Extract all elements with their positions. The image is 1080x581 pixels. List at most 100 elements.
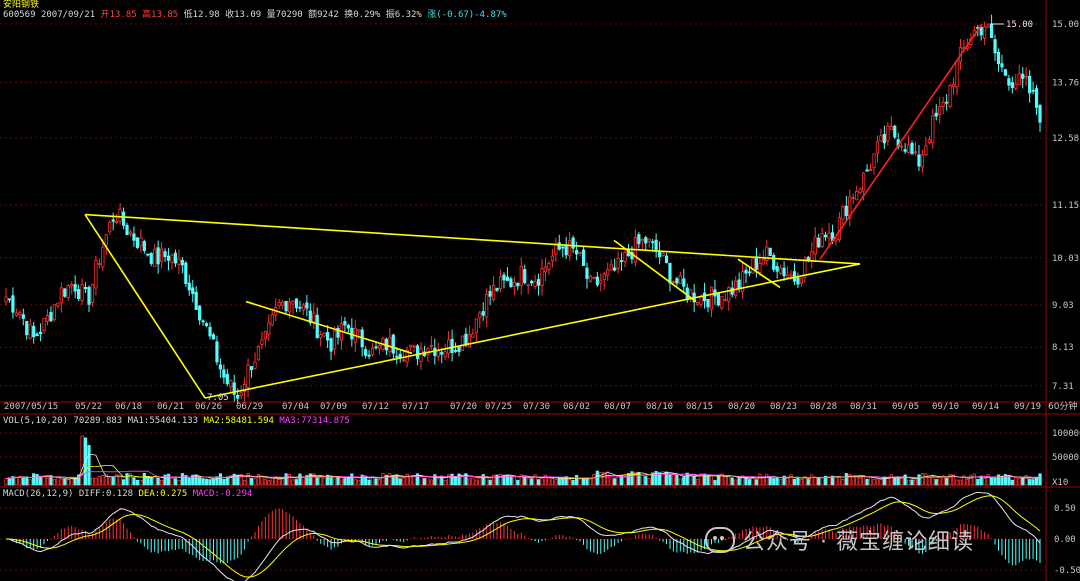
volume-bar [170, 477, 174, 486]
date-tick-label: 08/02 [563, 402, 590, 412]
volume-bar [668, 474, 672, 486]
candle-body [900, 145, 904, 148]
candle-body [467, 334, 471, 348]
volume-bar [689, 474, 693, 486]
candle-body [872, 153, 876, 168]
volume-bar [972, 473, 976, 486]
candle-body [329, 338, 333, 352]
volume-bar [336, 476, 340, 486]
volume-bar [640, 474, 644, 486]
date-tick-label: 09/19 [1014, 402, 1041, 412]
volume-tick-label: 50000 [1052, 453, 1079, 463]
candle-body [893, 125, 897, 138]
volume-bar [696, 478, 700, 486]
price-tick-label: 11.15 [1052, 201, 1079, 211]
amplitude-value: 振6.32% [385, 10, 422, 20]
volume-bar [675, 474, 679, 486]
volume-value: 量70290 [266, 10, 303, 20]
candle-body [865, 169, 869, 172]
volume-bar [42, 475, 46, 486]
volume-bar [322, 477, 326, 486]
candle-body [761, 259, 765, 265]
volume-bar [730, 477, 734, 486]
volume-bar [211, 478, 216, 486]
candle-body [388, 337, 392, 352]
candle-body [156, 247, 160, 265]
volume-bar [253, 478, 257, 486]
volume-bar [180, 473, 184, 486]
candle-body [751, 258, 755, 274]
volume-bar [585, 477, 589, 486]
candle-body [1003, 69, 1008, 76]
volume-bar [568, 479, 572, 486]
date-tick-label: 08/23 [770, 402, 797, 412]
stock-name: 安阳钢铁 [3, 0, 40, 10]
candle-body [789, 274, 793, 277]
candle-body [1017, 73, 1021, 85]
volume-bar [339, 477, 344, 486]
candle-body [989, 23, 994, 38]
trendline-rise [819, 23, 983, 260]
volume-bar [132, 477, 136, 486]
volume-bar [388, 473, 392, 486]
low-value: 低12.98 [183, 10, 220, 20]
date-tick-label: 07/17 [402, 402, 429, 412]
candle-body [409, 344, 413, 348]
candle-body [533, 281, 537, 287]
volume-bar [80, 435, 84, 486]
candle-body [834, 238, 838, 242]
volume-bar [260, 476, 264, 486]
price-tick-label: 7.31 [1052, 382, 1074, 392]
candle-body [63, 288, 67, 297]
candle-body [11, 295, 15, 313]
candle-body [993, 39, 997, 54]
ohlc-info-line: 600569 2007/09/21 开13.85 高13.85 低12.98 收… [3, 10, 507, 21]
volume-bar [453, 476, 458, 486]
candle-body [595, 276, 599, 286]
candle-body [664, 255, 669, 264]
candle-body [277, 302, 281, 307]
candle-body [820, 232, 824, 248]
candle-body [21, 314, 25, 319]
volume-bar [509, 475, 513, 486]
volume-bar [744, 477, 748, 486]
date-tick-label: 07/04 [282, 402, 309, 412]
volume-bar [747, 479, 752, 486]
candle-body [855, 191, 859, 201]
volume-bar [578, 478, 582, 486]
candle-body [737, 279, 741, 289]
candle-body [66, 285, 70, 298]
volume-bar [910, 479, 914, 486]
volume-bar [32, 473, 36, 486]
price-tick-label: 12.58 [1052, 134, 1079, 144]
volume-bar [806, 479, 810, 486]
candle-body [1007, 78, 1011, 86]
volume-bar [409, 476, 413, 486]
candle-body [934, 112, 938, 117]
candle-body [239, 392, 243, 396]
volume-bar [754, 479, 759, 486]
macd-tick-label: 0.50 [1054, 504, 1076, 514]
volume-bar [357, 479, 361, 486]
date-tick-label: 09/10 [932, 402, 959, 412]
candle-body [682, 278, 686, 287]
candle-body [7, 298, 12, 301]
volume-bar [1028, 479, 1032, 486]
volume-bar [810, 474, 814, 486]
candle-body [398, 353, 402, 358]
volume-bar [713, 479, 717, 486]
volume-ma-line [5, 453, 1041, 480]
volume-bar [28, 479, 32, 486]
volume-bar [56, 476, 60, 486]
volume-bar [637, 471, 641, 486]
candle-body [367, 354, 371, 357]
candle-body [236, 394, 240, 399]
candle-body [799, 278, 803, 284]
candle-body [52, 304, 57, 320]
volume-bar [291, 479, 295, 486]
volume-bar [153, 476, 157, 486]
trendline-layer: 7.0515.00 [84, 20, 1033, 403]
candle-body [810, 251, 814, 262]
volume-bar [889, 474, 893, 486]
candle-body [772, 255, 776, 270]
